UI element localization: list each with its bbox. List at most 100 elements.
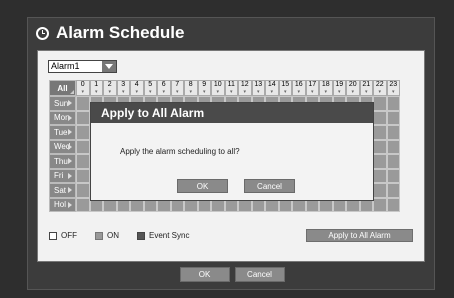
hour-label: 9 <box>202 81 207 88</box>
chevron-down-icon: ▾ <box>243 89 246 95</box>
schedule-cell[interactable] <box>76 183 90 198</box>
hour-header[interactable]: 21 ▾ <box>359 80 373 96</box>
schedule-cell[interactable] <box>373 168 387 183</box>
day-cell[interactable]: Fri <box>49 168 76 183</box>
select-all-cell[interactable]: All <box>49 80 76 96</box>
hour-header[interactable]: 9 ▾ <box>197 80 211 96</box>
dialog-buttons: OK Cancel <box>177 179 295 193</box>
chevron-down-icon: ▾ <box>135 89 138 95</box>
legend-off-label: OFF <box>61 231 77 240</box>
schedule-cell[interactable] <box>386 197 400 212</box>
hour-header[interactable]: 2 ▾ <box>103 80 117 96</box>
apply-to-all-alarm-button[interactable]: Apply to All Alarm <box>306 229 413 242</box>
event-sync-swatch-icon <box>137 231 145 240</box>
apply-to-all-dialog: Apply to All Alarm Apply the alarm sched… <box>90 102 374 201</box>
hour-label: 8 <box>188 81 193 88</box>
hour-header[interactable]: 23 ▾ <box>386 80 400 96</box>
day-cell[interactable]: Thu <box>49 154 76 169</box>
hour-label: 18 <box>321 81 330 88</box>
schedule-cell[interactable] <box>386 139 400 154</box>
hour-label: 23 <box>389 81 398 88</box>
dialog-ok-button[interactable]: OK <box>177 179 228 193</box>
hour-label: 21 <box>362 81 371 88</box>
chevron-right-icon <box>68 187 72 194</box>
hour-header[interactable]: 11 ▾ <box>224 80 238 96</box>
schedule-cell[interactable] <box>386 96 400 111</box>
alarm-select-dropdown-button[interactable] <box>102 61 116 72</box>
cancel-button[interactable]: Cancel <box>234 267 285 282</box>
dialog-title: Apply to All Alarm <box>91 103 373 123</box>
chevron-down-icon: ▾ <box>283 89 287 95</box>
chevron-down-icon: ▾ <box>297 89 300 95</box>
schedule-cell[interactable] <box>373 183 387 198</box>
on-swatch-icon <box>95 231 103 240</box>
hour-header[interactable]: 17 ▾ <box>305 80 319 96</box>
chevron-down-icon: ▾ <box>270 89 273 95</box>
schedule-cell[interactable] <box>386 110 400 125</box>
chevron-right-icon <box>68 114 72 121</box>
hour-header[interactable]: 13 ▾ <box>251 80 265 96</box>
schedule-cell[interactable] <box>76 168 90 183</box>
schedule-cell[interactable] <box>386 168 400 183</box>
hour-header[interactable]: 18 ▾ <box>319 80 333 96</box>
day-cell[interactable]: Sun <box>49 96 76 111</box>
hour-header[interactable]: 22 ▾ <box>373 80 387 96</box>
schedule-cell[interactable] <box>76 110 90 125</box>
hour-header[interactable]: 7 ▾ <box>170 80 184 96</box>
schedule-cell[interactable] <box>386 154 400 169</box>
schedule-cell[interactable] <box>373 139 387 154</box>
hour-header[interactable]: 10 ▾ <box>211 80 225 96</box>
alarm-select[interactable]: Alarm1 <box>48 60 117 73</box>
hour-header[interactable]: 8 ▾ <box>184 80 198 96</box>
hour-header[interactable]: 1 ▾ <box>89 80 103 96</box>
hour-header[interactable]: 4 ▾ <box>130 80 144 96</box>
chevron-down-icon: ▾ <box>108 89 111 95</box>
schedule-cell[interactable] <box>76 125 90 140</box>
schedule-cell[interactable] <box>373 197 387 212</box>
legend-on-label: ON <box>107 231 119 240</box>
hour-header[interactable]: 12 ▾ <box>238 80 252 96</box>
hour-header[interactable]: 5 ▾ <box>143 80 157 96</box>
footer-buttons: OK Cancel <box>28 267 436 282</box>
screen-background: Alarm Schedule Alarm1 All 0 ▾ 1 ▾ 2 ▾ 3 ▾ 4 ▾ 5 ▾ 6 ▾ 7… <box>0 0 454 298</box>
hour-header[interactable]: 14 ▾ <box>265 80 279 96</box>
chevron-down-icon: ▾ <box>351 89 354 95</box>
chevron-down-icon: ▾ <box>364 89 368 95</box>
chevron-down-icon: ▾ <box>310 89 314 95</box>
schedule-cell[interactable] <box>76 139 90 154</box>
legend-event-sync-label: Event Sync <box>149 231 190 240</box>
hour-label: 5 <box>148 81 153 88</box>
day-cell[interactable]: Hol <box>49 197 76 212</box>
hour-header[interactable]: 15 ▾ <box>278 80 292 96</box>
day-cell[interactable]: Tue <box>49 125 76 140</box>
hour-header[interactable]: 19 ▾ <box>332 80 346 96</box>
schedule-cell[interactable] <box>373 154 387 169</box>
chevron-down-icon: ▾ <box>337 89 341 95</box>
schedule-cell[interactable] <box>373 110 387 125</box>
dialog-cancel-button[interactable]: Cancel <box>244 179 295 193</box>
schedule-cell[interactable] <box>386 125 400 140</box>
schedule-cell[interactable] <box>373 96 387 111</box>
chevron-down-icon: ▾ <box>121 89 125 95</box>
schedule-cell[interactable] <box>76 197 90 212</box>
schedule-cell[interactable] <box>386 183 400 198</box>
hour-label: 19 <box>335 81 344 88</box>
day-label: Thu <box>54 156 68 166</box>
hour-header[interactable]: 6 ▾ <box>157 80 171 96</box>
day-cell[interactable]: Sat <box>49 183 76 198</box>
hour-header[interactable]: 20 ▾ <box>346 80 360 96</box>
chevron-down-icon <box>105 64 113 69</box>
hour-header[interactable]: 3 ▾ <box>116 80 130 96</box>
chevron-right-icon <box>68 158 72 165</box>
day-cell[interactable]: Wed <box>49 139 76 154</box>
off-swatch-icon <box>49 231 57 240</box>
schedule-cell[interactable] <box>373 125 387 140</box>
hour-header[interactable]: 16 ▾ <box>292 80 306 96</box>
ok-button[interactable]: OK <box>179 267 230 282</box>
hour-label: 12 <box>240 81 249 88</box>
schedule-cell[interactable] <box>76 96 90 111</box>
chevron-down-icon: ▾ <box>391 89 395 95</box>
day-cell[interactable]: Mon <box>49 110 76 125</box>
hour-header[interactable]: 0 ▾ <box>76 80 90 96</box>
schedule-cell[interactable] <box>76 154 90 169</box>
